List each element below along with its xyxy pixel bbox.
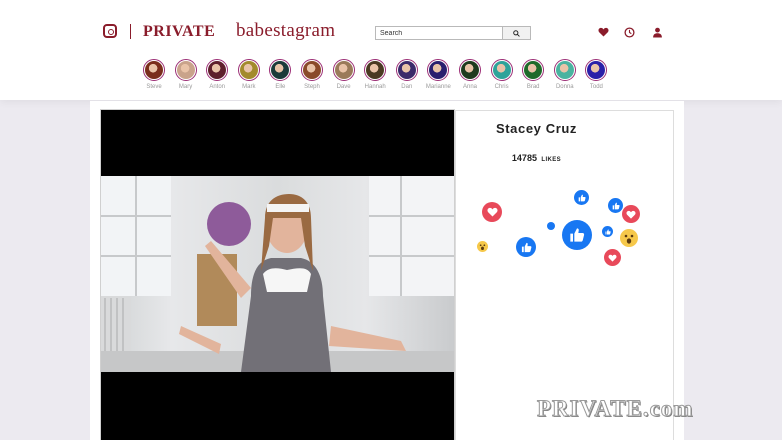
avatar[interactable] [587,61,606,79]
story-avatar-ring[interactable] [585,59,608,81]
search-bar [375,26,531,40]
brand-logo-babestagram[interactable]: babestagram [236,20,335,42]
avatar[interactable] [555,61,574,79]
stories-row: Steve Mary Anton Mark Elle Steph Dave Hannah Dan… [141,59,621,93]
story-item[interactable]: Hannah [362,59,388,90]
story-item[interactable]: Dan [394,59,420,90]
avatar[interactable] [492,61,511,79]
likes-counter: 14785 LIKES [455,148,618,166]
video-still-image [101,176,454,372]
avatar[interactable] [429,61,448,79]
story-item[interactable]: Chris [489,59,515,90]
story-avatar-ring[interactable] [553,59,576,81]
avatar[interactable] [239,61,258,79]
story-avatar-ring[interactable] [269,59,292,81]
story-avatar-ring[interactable] [332,59,355,81]
top-header: PRIVATE babestagram SteveMaryAntonMarkEl… [0,0,782,100]
logo-divider [130,24,131,39]
story-avatar-ring[interactable] [301,59,323,81]
story-item[interactable]: Steph [299,59,325,90]
search-button[interactable] [502,27,530,39]
likes-count: 14785 [511,153,537,163]
love-reaction-icon [604,249,621,266]
story-item[interactable]: Todd [583,59,609,90]
like-reaction-icon [602,226,613,237]
like-reaction-icon [574,190,589,205]
avatar[interactable] [208,61,227,79]
search-input[interactable] [376,27,504,39]
love-reaction-icon [482,202,502,222]
likes-label: LIKES [541,157,562,163]
brand-logo-private[interactable]: PRIVATE [143,22,215,42]
avatar[interactable] [366,61,385,79]
story-item[interactable]: Elle [267,59,293,90]
love-reaction-icon [622,205,640,223]
story-avatar-ring[interactable] [522,59,545,81]
story-item[interactable]: Mark [236,59,262,90]
avatar[interactable] [145,61,163,79]
story-avatar-ring[interactable] [395,59,418,81]
avatar[interactable] [461,61,479,79]
story-item[interactable]: Dave [331,59,357,90]
avatar[interactable] [176,61,195,79]
wow-reaction-icon [620,229,638,247]
story-item[interactable]: Mary [173,59,199,90]
avatar[interactable] [271,61,290,79]
watermark-logo: PRIVATE.com [536,396,694,422]
model-name[interactable]: Stacey Cruz [455,121,618,136]
story-avatar-ring[interactable] [206,59,229,81]
story-item[interactable]: Donna [552,59,578,90]
clock-icon[interactable] [623,26,635,38]
story-avatar-ring[interactable] [237,59,260,81]
avatar[interactable] [303,61,321,79]
wow-reaction-icon [477,241,488,252]
story-avatar-ring[interactable] [143,59,165,81]
story-avatar-ring[interactable] [490,59,513,81]
story-name: Todd [589,84,603,90]
story-avatar-ring[interactable] [364,59,387,81]
like-reaction-icon [547,222,555,230]
like-reaction-icon [516,237,536,257]
search-icon [513,29,520,37]
instagram-icon[interactable] [103,24,117,38]
story-item[interactable]: Brad [520,59,546,90]
story-item[interactable]: Anna [457,59,483,90]
story-avatar-ring[interactable] [174,59,197,81]
user-icon[interactable] [651,26,663,38]
heart-icon[interactable] [597,26,609,38]
like-reaction-icon [562,220,592,250]
avatar[interactable] [524,61,543,79]
avatar[interactable] [397,61,416,79]
avatar[interactable] [334,61,353,79]
story-avatar-ring[interactable] [459,59,481,81]
story-item[interactable]: Steve [141,59,167,90]
story-item[interactable]: Anton [204,59,230,90]
like-reaction-icon [608,198,623,213]
story-item[interactable]: Marianne [425,59,451,90]
story-avatar-ring[interactable] [427,59,450,81]
video-frame[interactable] [101,176,454,372]
